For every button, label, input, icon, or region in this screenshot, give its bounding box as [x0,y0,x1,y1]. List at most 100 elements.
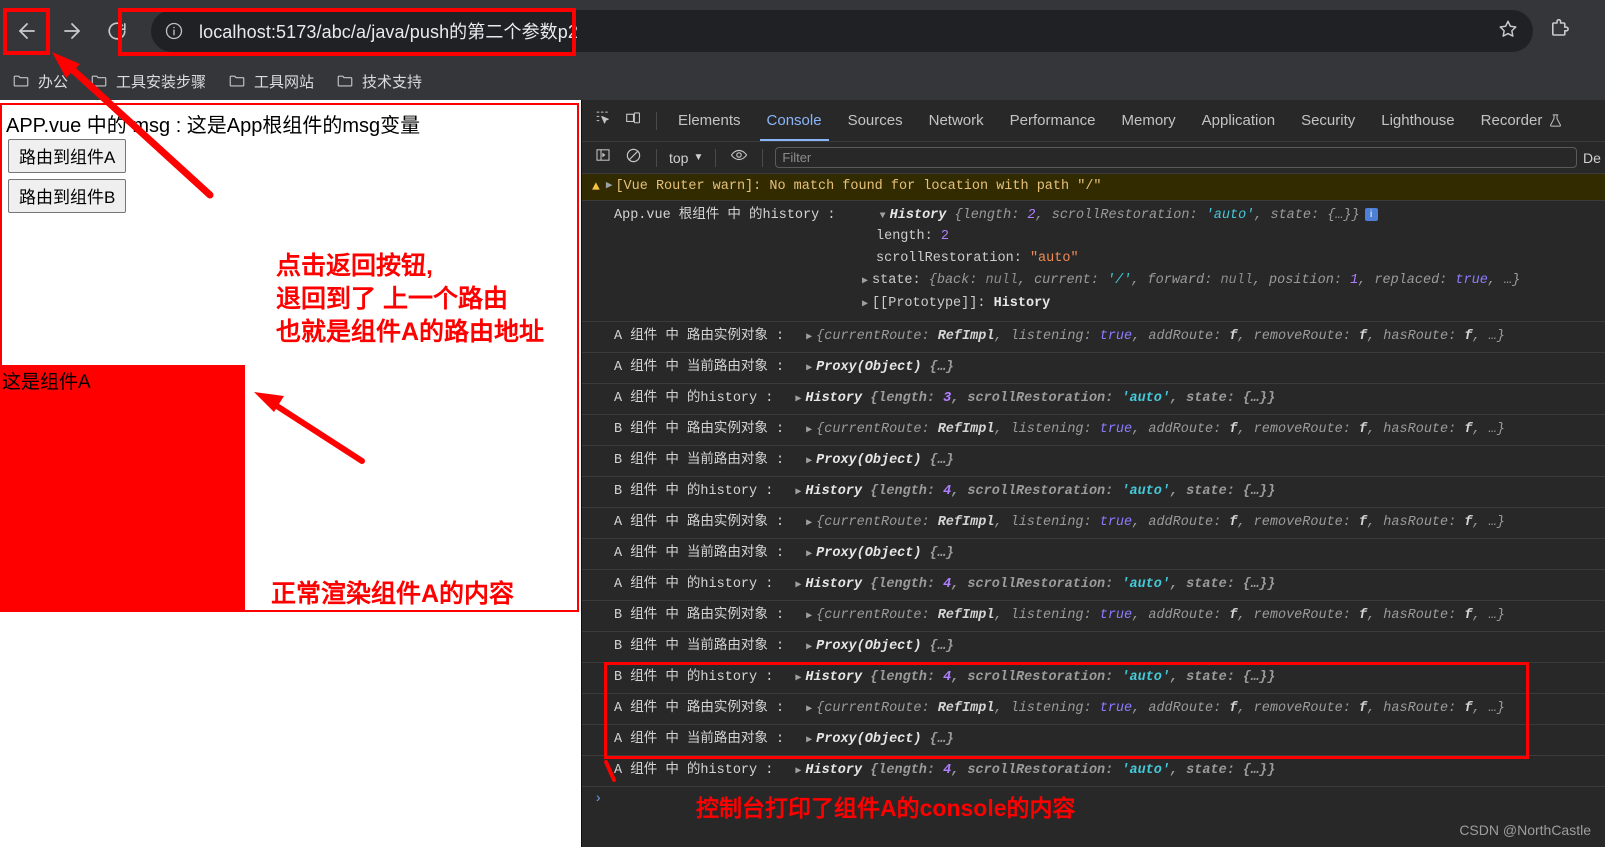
live-expression-button[interactable] [724,143,754,173]
console-row[interactable]: B 组件 中 的history : ▶ History {length: 4, sc… [582,663,1605,694]
expand-triangle-icon[interactable]: ▶ [806,704,812,715]
console-row-component: A [614,546,623,561]
history-length-line: length: 2 [614,226,1599,248]
console-row[interactable]: B 组件 中 路由实例对象 : ▶ {currentRoute: RefImpl, … [582,415,1605,446]
expand-triangle-icon[interactable]: ▶ [795,580,801,591]
tab-network[interactable]: Network [916,100,997,141]
browser-chrome: localhost:5173/abc/a/java/push的第二个参数p2 办… [0,0,1605,100]
bookmark-item[interactable]: 技术支持 [336,71,422,92]
route-to-component-b-button[interactable]: 路由到组件B [8,179,127,213]
console-row[interactable]: A 组件 中 路由实例对象 : ▶ {currentRoute: RefImpl, … [582,694,1605,725]
expand-triangle-icon[interactable]: ▶ [862,299,868,310]
route-to-component-a-button[interactable]: 路由到组件A [8,139,127,173]
tab-memory[interactable]: Memory [1109,100,1189,141]
address-bar[interactable]: localhost:5173/abc/a/java/push的第二个参数p2 [151,10,1533,52]
expand-triangle-icon[interactable]: ▶ [806,735,812,746]
console-row-preview: History {length: 4, scrollRestoration: '… [805,484,1276,499]
extensions-button[interactable] [1539,11,1579,51]
expand-triangle-icon[interactable]: ▶ [806,332,812,343]
collapse-triangle-icon[interactable]: ▼ [880,211,886,222]
expand-triangle-icon[interactable]: ▶ [806,456,812,467]
console-warning-row[interactable]: ▲ ▶ [Vue Router warn]: No match found fo… [582,174,1605,201]
expand-triangle-icon[interactable]: ▶ [806,642,812,653]
arrow-right-icon [60,19,84,43]
console-output[interactable]: ▲ ▶ [Vue Router warn]: No match found fo… [582,174,1605,847]
bookmark-item[interactable]: 办公 [12,71,68,92]
expand-triangle-icon[interactable]: ▶ [795,394,801,405]
console-sidebar-button[interactable] [588,143,618,173]
clear-console-button[interactable] [618,143,648,173]
console-row-label: 组件 中 路由实例对象 : [630,515,785,530]
console-row-label: 组件 中 路由实例对象 : [630,422,785,437]
console-row[interactable]: A 组件 中 当前路由对象 : ▶ Proxy(Object) {…} [582,725,1605,756]
expand-triangle-icon[interactable]: ▶ [806,363,812,374]
log-levels-selector[interactable]: De [1583,150,1605,166]
console-row-component: B [614,453,623,468]
console-row-preview: {currentRoute: RefImpl, listening: true,… [816,701,1505,716]
tab-console[interactable]: Console [754,100,835,141]
console-row[interactable]: B 组件 中 当前路由对象 : ▶ Proxy(Object) {…} [582,446,1605,477]
tab-application[interactable]: Application [1189,100,1288,141]
tab-recorder[interactable]: Recorder [1468,100,1577,141]
history-state-value: {back: null, current: '/', forward: null… [928,273,1521,288]
component-a-label: 这是组件A [2,372,91,393]
history-prototype-line[interactable]: ▶ [[Prototype]]: History [614,293,1599,316]
console-row[interactable]: A 组件 中 路由实例对象 : ▶ {currentRoute: RefImpl, … [582,508,1605,539]
execution-context-selector[interactable]: top ▼ [665,150,707,166]
tab-security[interactable]: Security [1288,100,1368,141]
object-class-name: History [889,208,947,223]
info-circle-icon[interactable] [159,16,189,46]
folder-icon [228,72,246,90]
bookmark-item[interactable]: 工具安装步骤 [90,71,206,92]
console-row-component: A [614,515,623,530]
expand-triangle-icon[interactable]: ▶ [806,611,812,622]
expand-triangle-icon[interactable]: ▶ [606,178,613,192]
console-filter-input[interactable] [775,147,1577,168]
expand-triangle-icon[interactable]: ▶ [795,673,801,684]
back-button[interactable] [7,11,47,51]
tab-sources[interactable]: Sources [835,100,916,141]
expand-triangle-icon[interactable]: ▶ [806,425,812,436]
annotation-render-note: 正常渲染组件A的内容 [271,580,515,608]
bookmark-item[interactable]: 工具网站 [228,71,314,92]
console-row[interactable]: B 组件 中 路由实例对象 : ▶ {currentRoute: RefImpl, … [582,601,1605,632]
bookmark-star-icon[interactable] [1497,18,1519,45]
history-prototype-label: [[Prototype]]: [872,296,986,311]
expand-triangle-icon[interactable]: ▶ [862,276,868,287]
console-row-label: 组件 中 路由实例对象 : [630,701,785,716]
console-row[interactable]: B 组件 中 的history : ▶ History {length: 4, sc… [582,477,1605,508]
device-toolbar-button[interactable] [618,106,648,136]
reload-button[interactable] [97,11,137,51]
tab-performance[interactable]: Performance [997,100,1109,141]
console-row[interactable]: A 组件 中 的history : ▶ History {length: 4, sc… [582,756,1605,787]
expand-triangle-icon[interactable]: ▶ [795,487,801,498]
history-state-line[interactable]: ▶ state: {back: null, current: '/', forwa… [614,270,1599,293]
info-badge-icon[interactable]: i [1364,208,1378,221]
console-row-label: 组件 中 当前路由对象 : [630,639,785,654]
forward-button[interactable] [52,11,92,51]
inspect-element-button[interactable] [588,106,618,136]
console-row-label: 组件 中 当前路由对象 : [630,360,785,375]
console-row-label: 组件 中 当前路由对象 : [630,453,785,468]
console-row[interactable]: A 组件 中 当前路由对象 : ▶ Proxy(Object) {…} [582,353,1605,384]
devtools-panel: Elements Console Sources Network Perform… [581,100,1605,847]
console-row[interactable]: A 组件 中 的history : ▶ History {length: 3, sc… [582,384,1605,415]
console-row[interactable]: A 组件 中 的history : ▶ History {length: 4, sc… [582,570,1605,601]
expand-triangle-icon[interactable]: ▶ [795,766,801,777]
console-row[interactable]: A 组件 中 当前路由对象 : ▶ Proxy(Object) {…} [582,539,1605,570]
console-row-label: 组件 中 的history : [630,391,774,406]
url-text: localhost:5173/abc/a/java/push的第二个参数p2 [199,22,578,42]
component-a-box: 这是组件A [0,365,245,610]
expand-triangle-icon[interactable]: ▶ [806,549,812,560]
console-row[interactable]: B 组件 中 当前路由对象 : ▶ Proxy(Object) {…} [582,632,1605,663]
console-row[interactable]: A 组件 中 路由实例对象 : ▶ {currentRoute: RefImpl, … [582,322,1605,353]
tab-elements[interactable]: Elements [665,100,754,141]
console-row-label: 组件 中 的history : [630,670,774,685]
console-subbar: top ▼ De [582,142,1605,174]
console-row-component: B [614,422,623,437]
expand-triangle-icon[interactable]: ▶ [806,518,812,529]
folder-icon [90,72,108,90]
console-row-app-history[interactable]: App.vue 根组件 中 的history : ▼ History {lengt… [582,201,1605,322]
tab-lighthouse[interactable]: Lighthouse [1368,100,1467,141]
live-expression-eye-icon [730,146,748,169]
